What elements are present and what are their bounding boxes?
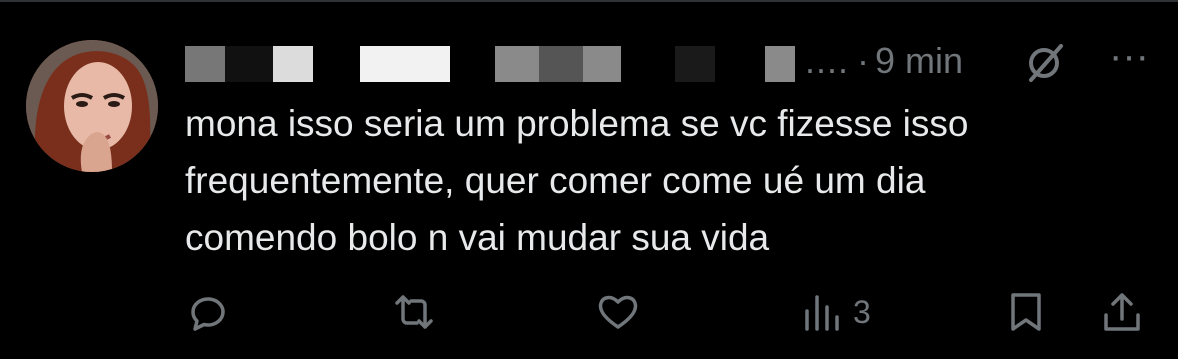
- reply-icon: [191, 297, 225, 331]
- views-button[interactable]: 3: [799, 286, 871, 338]
- post-meta: .... · 9 min: [805, 40, 963, 82]
- post-time[interactable]: 9 min: [875, 40, 963, 82]
- avatar[interactable]: [26, 40, 158, 172]
- share-icon: [1104, 293, 1140, 331]
- share-button[interactable]: [1099, 286, 1145, 338]
- more-options-button[interactable]: ···: [1107, 36, 1151, 80]
- views-count: 3: [853, 293, 871, 330]
- more-icon: ···: [1109, 34, 1149, 78]
- post-header: .... · 9 min ···: [185, 36, 1175, 86]
- action-bar: 3: [185, 286, 1145, 338]
- repost-button[interactable]: [391, 286, 437, 338]
- top-divider: [0, 0, 1178, 2]
- bookmark-icon: [1011, 293, 1041, 331]
- bookmark-button[interactable]: [1003, 286, 1049, 338]
- views-icon: [805, 295, 839, 331]
- repost-icon: [395, 295, 433, 329]
- post-text: mona isso seria um problema se vc fizess…: [185, 103, 969, 258]
- heart-icon: [598, 295, 638, 329]
- grok-icon[interactable]: [1023, 42, 1065, 84]
- reply-button[interactable]: [185, 286, 231, 338]
- time-separator: ·: [857, 40, 870, 81]
- name-truncation: ....: [805, 40, 850, 81]
- author-name-obscured[interactable]: [185, 42, 815, 82]
- like-button[interactable]: [595, 286, 641, 338]
